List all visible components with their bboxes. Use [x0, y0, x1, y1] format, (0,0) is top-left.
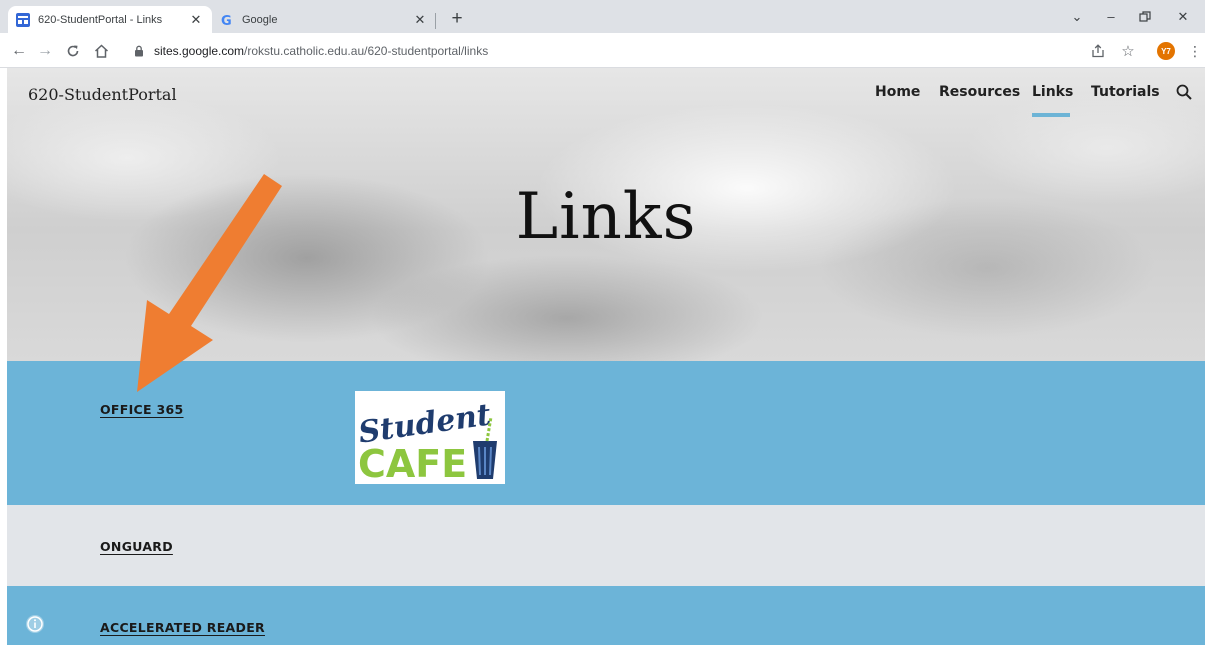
logo-line-2: CAFE [358, 442, 467, 484]
bookmark-star-icon[interactable]: ☆ [1118, 41, 1138, 61]
site-page: 620-StudentPortal Home Resources Links T… [7, 68, 1205, 645]
link-accelerated-reader[interactable]: ACCELERATED READER [100, 620, 265, 635]
nav-tutorials[interactable]: Tutorials [1091, 84, 1160, 100]
restore-icon[interactable] [1130, 7, 1160, 27]
svg-text:G: G [221, 14, 232, 27]
link-section-reader [7, 586, 1205, 645]
link-office-365[interactable]: OFFICE 365 [100, 402, 184, 417]
home-icon[interactable] [90, 40, 112, 62]
nav-links[interactable]: Links [1032, 84, 1073, 100]
info-icon[interactable] [25, 614, 45, 634]
annotation-arrow-icon [137, 174, 282, 392]
forward-icon[interactable]: → [34, 40, 56, 62]
nav-resources[interactable]: Resources [939, 84, 1020, 100]
tab-student-portal[interactable]: 620-StudentPortal - Links ✕ [8, 6, 212, 33]
address-bar[interactable]: sites.google.com/rokstu.catholic.edu.au/… [132, 38, 1072, 63]
student-cafe-logo[interactable]: Student CAFE [355, 391, 505, 486]
chrome-menu-icon[interactable]: ⋮ [1188, 41, 1202, 61]
tab-google[interactable]: G Google ✕ [212, 6, 436, 33]
tab-title: 620-StudentPortal - Links [38, 13, 163, 26]
url-path: /rokstu.catholic.edu.au/620-studentporta… [244, 43, 489, 58]
search-icon[interactable] [1175, 83, 1195, 103]
google-g-icon: G [220, 13, 234, 27]
lock-icon[interactable] [132, 44, 146, 58]
minimize-icon[interactable]: – [1096, 7, 1126, 27]
url-host: sites.google.com [154, 43, 245, 58]
google-sites-icon [16, 12, 30, 27]
tab-separator [435, 13, 436, 29]
reload-icon[interactable] [62, 40, 84, 62]
back-icon[interactable]: ← [8, 40, 30, 62]
link-section-onguard [7, 505, 1205, 586]
tab-title: Google [242, 13, 278, 26]
tab-close-icon[interactable]: ✕ [412, 12, 428, 28]
profile-avatar[interactable]: Y7 [1157, 42, 1175, 60]
site-title[interactable]: 620-StudentPortal [28, 85, 177, 104]
new-tab-button[interactable]: + [445, 8, 469, 30]
nav-active-indicator [1032, 113, 1070, 117]
share-icon[interactable] [1088, 41, 1108, 61]
tab-strip: 620-StudentPortal - Links ✕ G Google ✕ +… [0, 0, 1205, 33]
close-window-icon[interactable]: ✕ [1168, 7, 1198, 27]
browser-toolbar: ← → sites.google.com/rokstu.catholic.edu… [0, 33, 1205, 68]
tab-close-icon[interactable]: ✕ [188, 12, 204, 28]
tab-search-icon[interactable]: ⌄ [1062, 7, 1092, 27]
link-onguard[interactable]: ONGUARD [100, 539, 173, 554]
nav-home[interactable]: Home [875, 84, 920, 100]
